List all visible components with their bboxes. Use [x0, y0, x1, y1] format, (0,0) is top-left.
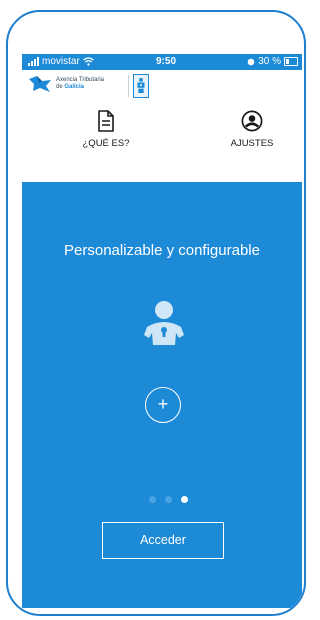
user-lock-icon	[144, 301, 184, 345]
xunta-galicia-emblem-icon	[133, 74, 149, 98]
onboarding-headline: Personalizable y configurable	[64, 242, 260, 259]
battery-percent: 30 %	[258, 56, 281, 67]
app-screen: movistar 9:50 30 % Axencia Tributaria de…	[22, 54, 302, 608]
user-circle-icon	[241, 110, 263, 132]
about-button[interactable]: ¿QUÉ ES?	[56, 110, 156, 149]
signal-icon	[28, 57, 39, 66]
settings-button[interactable]: AJUSTES	[202, 110, 302, 149]
agency-name-line2: de Galicia	[56, 84, 85, 90]
alarm-icon	[247, 58, 255, 65]
about-label: ¿QUÉ ES?	[82, 138, 130, 149]
document-icon	[98, 110, 114, 132]
status-left: movistar	[28, 56, 94, 67]
agency-name-line1: Axencia Tributaria	[56, 77, 105, 83]
onboarding-panel: Personalizable y configurable + Acceder	[22, 182, 302, 608]
status-bar: movistar 9:50 30 %	[22, 54, 302, 70]
app-header-logo: Axencia Tributaria de Galicia	[22, 70, 302, 104]
agency-brand: Galicia	[64, 84, 85, 90]
settings-label: AJUSTES	[230, 138, 274, 149]
device-frame: movistar 9:50 30 % Axencia Tributaria de…	[6, 10, 306, 616]
page-dot-3-active[interactable]	[181, 496, 188, 503]
wifi-icon	[82, 57, 94, 66]
add-button[interactable]: +	[145, 387, 181, 423]
access-button[interactable]: Acceder	[102, 522, 224, 559]
status-right: 30 %	[247, 56, 298, 67]
agency-name: Axencia Tributaria de Galicia	[56, 77, 104, 91]
atriga-logo-icon	[29, 76, 51, 92]
carrier-name: movistar	[42, 56, 80, 67]
top-navigation: ¿QUÉ ES? AJUSTES	[22, 104, 302, 182]
page-dot-1[interactable]	[149, 496, 156, 503]
logo-divider	[128, 75, 129, 97]
page-dot-2[interactable]	[165, 496, 172, 503]
page-indicator	[149, 496, 188, 503]
status-time: 9:50	[156, 56, 177, 67]
battery-icon	[284, 57, 298, 66]
